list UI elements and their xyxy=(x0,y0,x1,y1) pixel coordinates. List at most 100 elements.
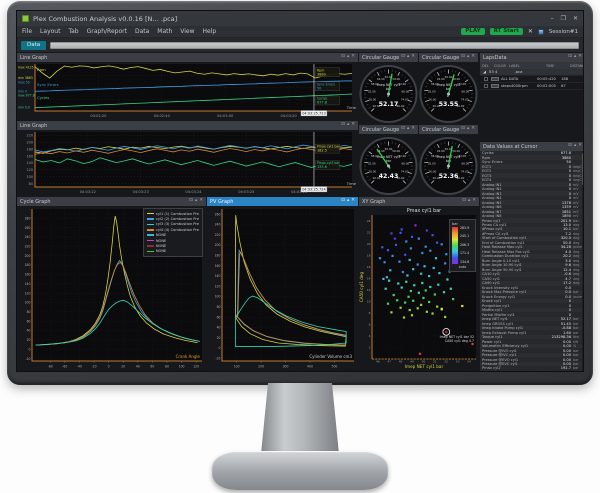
panel-popout-icon[interactable]: ⊡ xyxy=(568,144,572,149)
panel-close-icon[interactable]: ✕ xyxy=(411,55,415,60)
delete-checkbox[interactable] xyxy=(484,77,488,81)
panel-popout-icon[interactable]: ⊡ xyxy=(462,199,466,204)
panel-close-icon[interactable]: ✕ xyxy=(472,199,476,204)
panel-close-icon[interactable]: ✕ xyxy=(199,199,203,204)
line-graph-1-chart: 04:02:2004:02:4004:03:0004:03:20Rpmmax 4… xyxy=(17,62,358,120)
menu-item-tab[interactable]: Tab xyxy=(68,28,78,35)
svg-text:8: 8 xyxy=(369,311,371,315)
svg-text:52.17: 52.17 xyxy=(379,101,399,108)
window-close-button[interactable]: ✕ xyxy=(573,15,578,22)
panel-popout-icon[interactable]: ⊡ xyxy=(461,127,465,132)
svg-text:68.00: 68.00 xyxy=(461,161,469,165)
monitor-stand-base xyxy=(212,451,388,490)
panel-popout-icon[interactable]: ⊡ xyxy=(568,55,572,60)
panel-collapse-icon[interactable]: ▴ xyxy=(195,199,197,204)
panel-collapse-icon[interactable]: ▴ xyxy=(407,127,409,132)
window-minimize-button[interactable]: – xyxy=(551,15,554,22)
laps-column-header: COLOR xyxy=(492,64,507,68)
colorbar-label: 171.4 xyxy=(460,252,469,255)
value-number: 0.00 xyxy=(549,344,571,348)
panel-collapse-icon[interactable]: ▴ xyxy=(347,55,349,60)
panel-collapse-icon[interactable]: ▴ xyxy=(574,55,576,60)
svg-text:-20: -20 xyxy=(25,357,30,361)
svg-text:32.00: 32.00 xyxy=(368,89,376,93)
colorbar-label: 206.3 xyxy=(460,244,469,247)
panel-close-icon[interactable]: ✕ xyxy=(471,55,475,60)
menu-item-file[interactable]: File xyxy=(22,28,32,35)
value-name: Pmax CA cyl1 xyxy=(480,223,549,227)
panel-collapse-icon[interactable]: ▴ xyxy=(347,123,349,128)
panel-close-icon[interactable]: ✕ xyxy=(411,127,415,132)
panel-popout-icon[interactable]: ⊡ xyxy=(401,127,405,132)
panel-popout-icon[interactable]: ⊡ xyxy=(341,199,345,204)
legend-swatch-icon xyxy=(147,240,154,242)
legend-item[interactable]: NONE xyxy=(147,249,199,254)
panel-close-icon[interactable]: ✕ xyxy=(351,199,355,204)
value-name: Analog IN8 xyxy=(480,214,549,218)
delete-checkbox[interactable] xyxy=(484,84,488,88)
svg-text:220: 220 xyxy=(215,233,221,237)
panel-collapse-icon[interactable]: ▴ xyxy=(467,55,469,60)
svg-text:180: 180 xyxy=(215,253,221,257)
panel-popout-icon[interactable]: ⊡ xyxy=(189,199,193,204)
laps-row[interactable]: steps4000rpm00:02:00567 xyxy=(480,83,584,90)
value-number: 50 xyxy=(549,160,571,164)
panel-collapse-icon[interactable]: ▴ xyxy=(407,55,409,60)
value-number: 201.9 xyxy=(549,219,571,223)
menu-item-graphreport[interactable]: Graph/Report xyxy=(87,28,127,35)
play-button[interactable]: PLAY xyxy=(461,28,484,36)
value-name: Pmax cyl1 xyxy=(480,219,549,223)
panel-collapse-icon[interactable]: ▴ xyxy=(347,199,349,204)
panel-cycle-graph: Cycle Graph⊡▴✕ -200204060801001201401601… xyxy=(17,197,206,371)
panel-close-icon[interactable]: ✕ xyxy=(351,123,355,128)
svg-text:-20: -20 xyxy=(215,357,220,361)
menu-item-data[interactable]: Data xyxy=(135,28,149,35)
svg-text:min 0.0: min 0.0 xyxy=(18,106,30,110)
panel-collapse-icon[interactable]: ▴ xyxy=(467,127,469,132)
panel-close-icon[interactable]: ✕ xyxy=(578,55,582,60)
svg-text:200: 200 xyxy=(258,365,264,369)
svg-text:Cylinder Volume cm3: Cylinder Volume cm3 xyxy=(309,354,352,359)
panel-line-graph-1: Line Graph⊡▴✕ 04:02:2004:02:4004:03:0004… xyxy=(17,53,358,120)
laps-row[interactable]: ALL DATA00:05:420188 xyxy=(480,76,584,83)
menu-item-layout[interactable]: Layout xyxy=(40,28,60,35)
scrollbar-thumb[interactable] xyxy=(582,153,584,185)
panel-popout-icon[interactable]: ⊡ xyxy=(461,55,465,60)
table-scrollbar[interactable] xyxy=(582,151,584,371)
svg-text:-40: -40 xyxy=(77,365,82,369)
menu-item-help[interactable]: Help xyxy=(203,28,217,35)
window-title: Plex Combustion Analysis v0.0.16 [N… .pc… xyxy=(33,15,547,23)
rt-start-button[interactable]: RT Start xyxy=(490,28,523,36)
color-swatch[interactable] xyxy=(491,77,499,81)
svg-text:max 4125: max 4125 xyxy=(18,65,34,69)
timeline-slider[interactable] xyxy=(50,42,579,49)
device-icon[interactable] xyxy=(538,29,544,35)
menu-item-view[interactable]: View xyxy=(180,28,194,35)
panel-collapse-icon[interactable]: ▴ xyxy=(468,199,470,204)
svg-text:133.6: 133.6 xyxy=(317,165,327,169)
panel-popout-icon[interactable]: ⊡ xyxy=(341,123,345,128)
svg-text:182.5: 182.5 xyxy=(317,149,327,153)
tab-data[interactable]: Data xyxy=(21,41,46,50)
value-number: 52.17 xyxy=(549,317,571,321)
svg-text:04:03:24: 04:03:24 xyxy=(185,190,202,194)
panel-close-icon[interactable]: ✕ xyxy=(578,144,582,149)
colorbar-auto-label[interactable]: auto xyxy=(452,265,473,269)
svg-text:Crank Angle: Crank Angle xyxy=(176,354,201,359)
svg-text:20: 20 xyxy=(27,338,31,342)
window-maximize-button[interactable]: ❐ xyxy=(561,15,566,22)
value-name: Combustion Duration cyl1 xyxy=(480,254,549,258)
chart-legend: cyl1 (1) Combustion Precyl2 (2) Combusti… xyxy=(143,208,203,257)
gauge-svg-cyl4: 20.0026.0032.0038.0044.0050.0056.0062.00… xyxy=(419,134,478,196)
panel-popout-icon[interactable]: ⊡ xyxy=(401,55,405,60)
svg-text:42.43: 42.43 xyxy=(379,173,399,180)
panel-collapse-icon[interactable]: ▴ xyxy=(574,144,576,149)
value-number: 4.7 xyxy=(549,277,571,281)
panel-close-icon[interactable]: ✕ xyxy=(351,55,355,60)
stop-icon[interactable]: ✕ xyxy=(528,28,533,35)
panel-popout-icon[interactable]: ⊡ xyxy=(341,55,345,60)
panel-title: Circular Gauge xyxy=(362,127,399,133)
menu-item-math[interactable]: Math xyxy=(157,28,172,35)
color-swatch[interactable] xyxy=(491,84,499,88)
panel-close-icon[interactable]: ✕ xyxy=(471,127,475,132)
